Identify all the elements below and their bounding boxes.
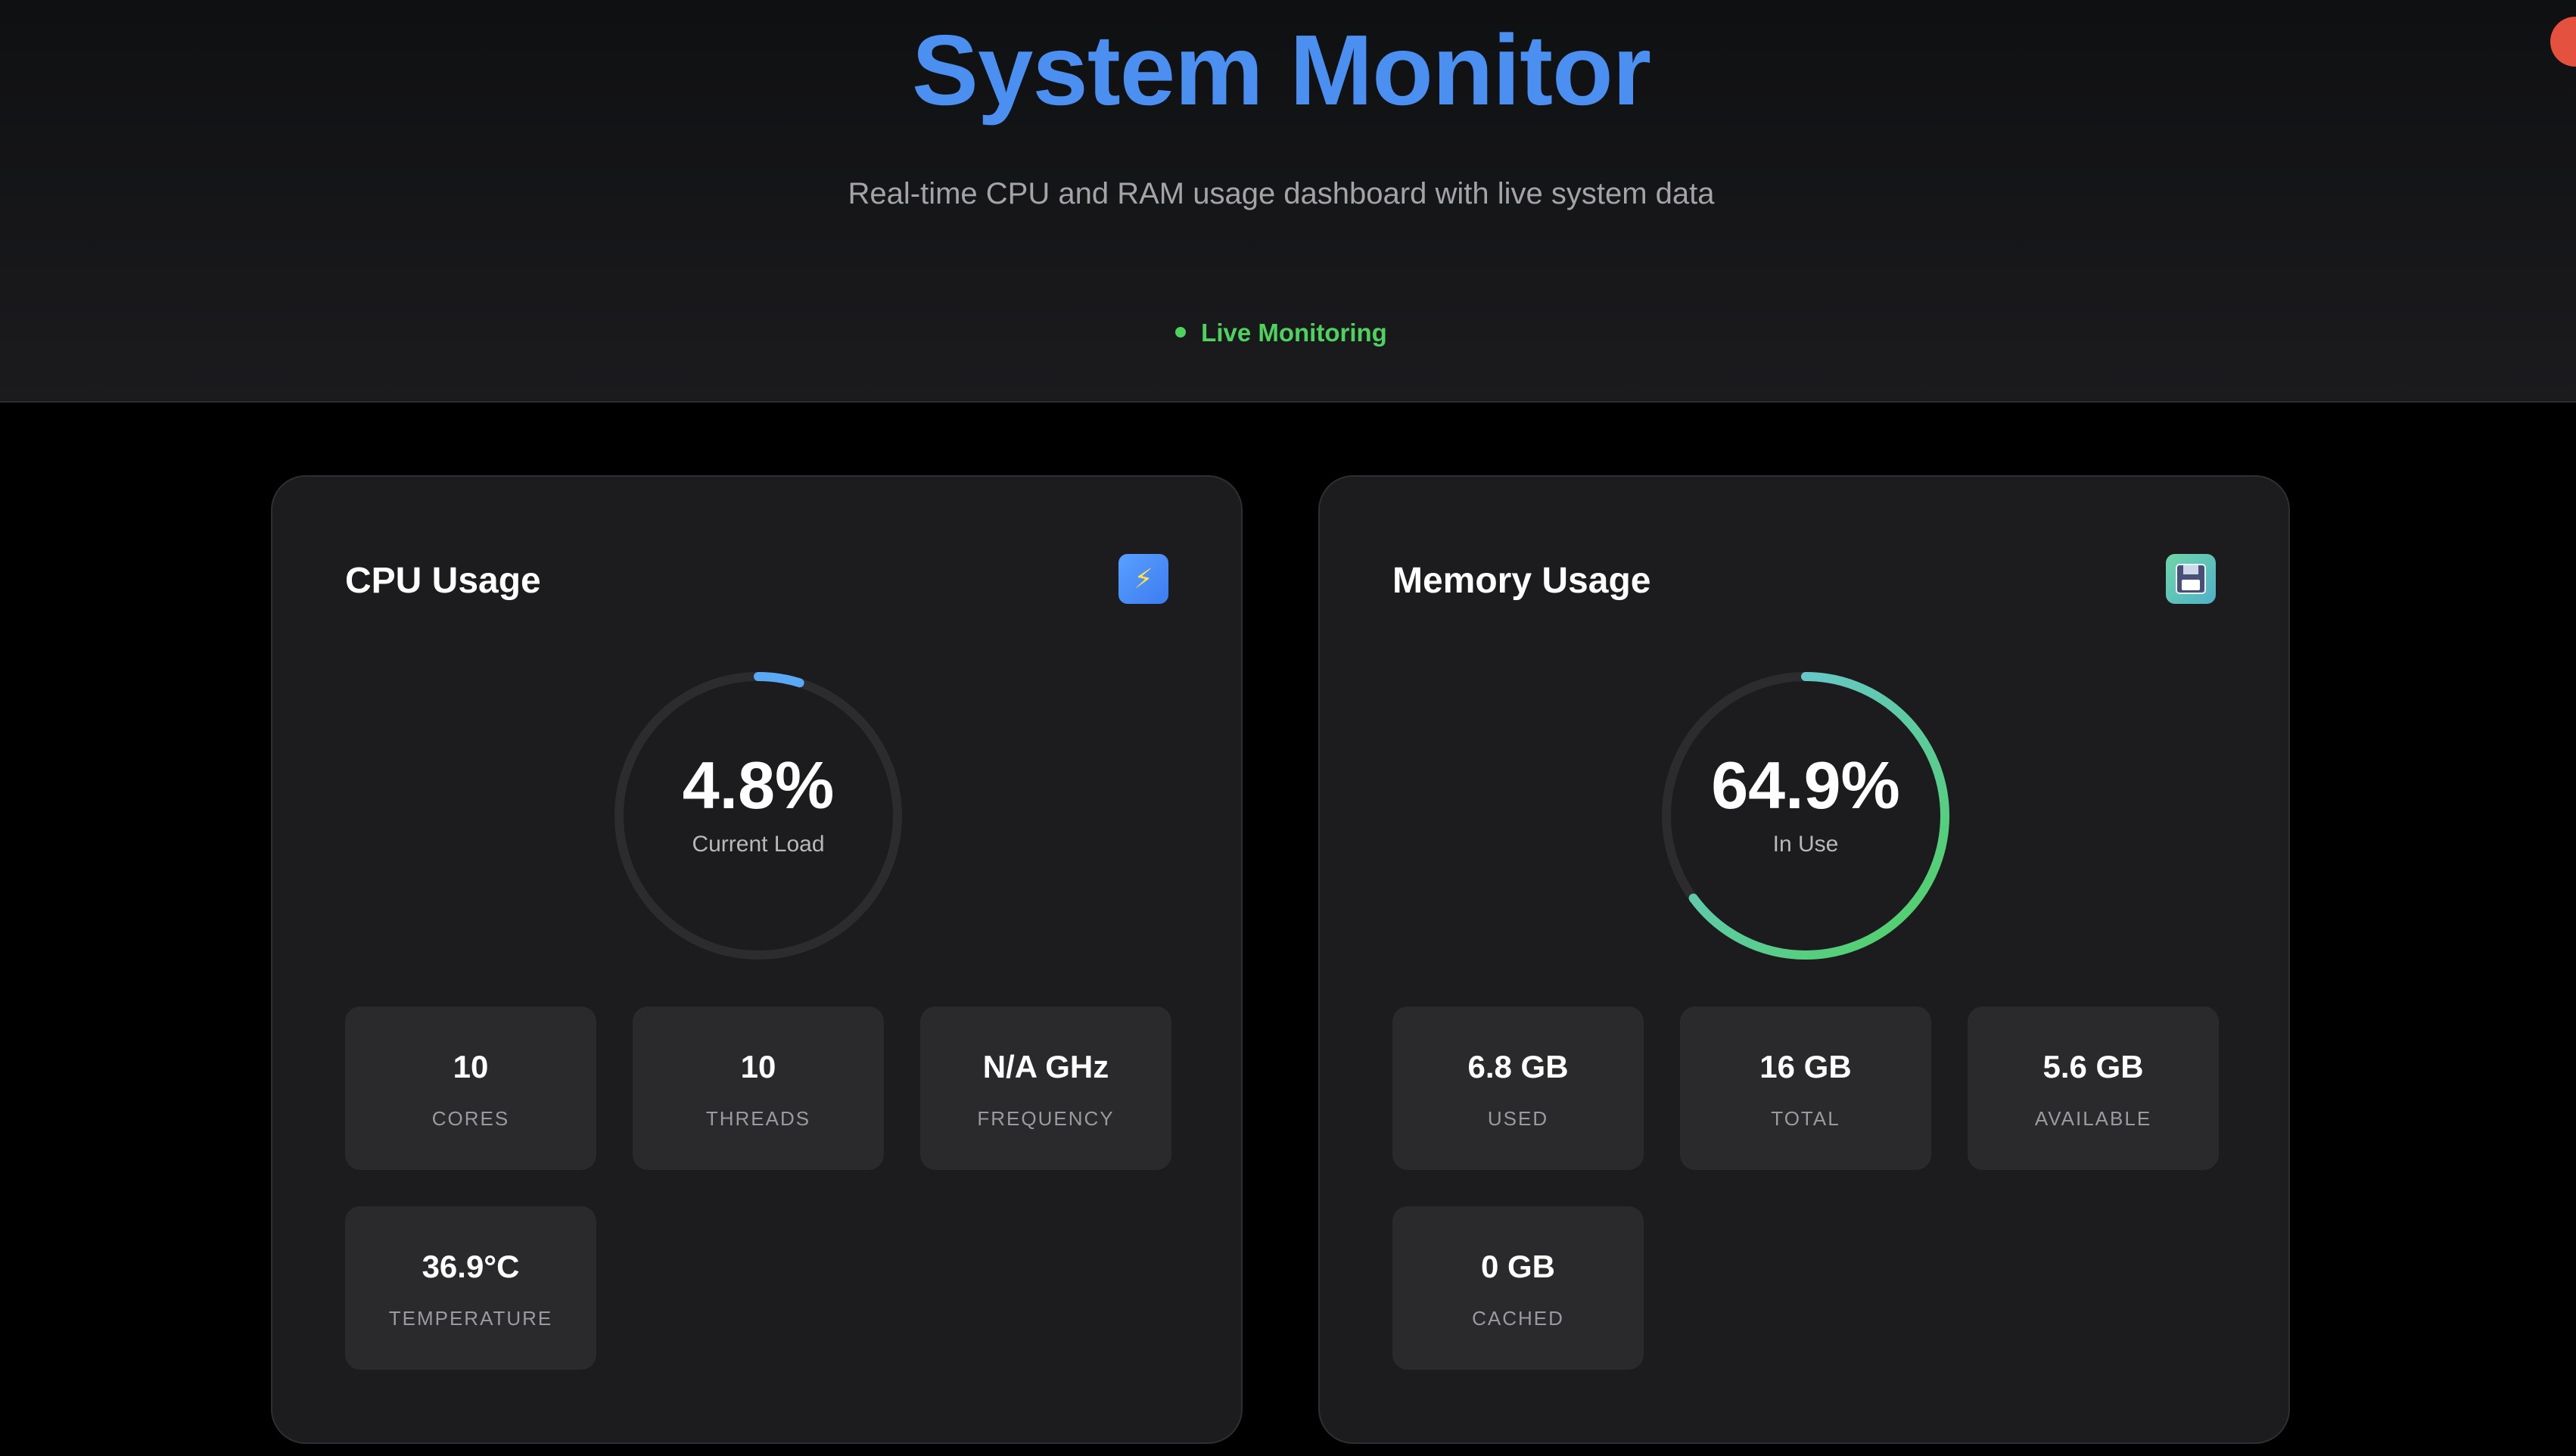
live-status-indicator: Live Monitoring: [0, 315, 2562, 351]
memory-stat-cached: 0 GB CACHED: [1392, 1206, 1644, 1370]
status-dot-icon: [1175, 327, 1187, 338]
memory-stat-used: 6.8 GB USED: [1392, 1006, 1644, 1170]
stat-label: FREQUENCY: [977, 1107, 1115, 1130]
stat-label: THREADS: [705, 1107, 811, 1130]
live-status-label: Live Monitoring: [1201, 319, 1387, 347]
memory-usage-label: In Use: [1772, 832, 1839, 857]
cpu-stat-cores: 10 CORES: [345, 1006, 596, 1170]
cpu-card-title: CPU Usage: [345, 561, 541, 601]
stat-label: AVAILABLE: [2034, 1107, 2152, 1130]
memory-stat-total: 16 GB TOTAL: [1680, 1006, 1931, 1170]
stat-value: 0 GB: [1480, 1249, 1556, 1284]
stat-label: CACHED: [1472, 1307, 1564, 1330]
memory-usage-card: Memory Usage 64.9% In Use 6.8 GB USED 16…: [1318, 475, 2290, 1444]
page-header: System Monitor Real-time CPU and RAM usa…: [0, 0, 2576, 403]
stat-value: 10: [453, 1049, 489, 1084]
page-title: System Monitor: [911, 14, 1651, 126]
cpu-load-label: Current Load: [692, 832, 825, 857]
cpu-load-value: 4.8%: [682, 748, 835, 823]
memory-card-title: Memory Usage: [1392, 561, 1651, 601]
stat-value: 6.8 GB: [1467, 1049, 1569, 1084]
page-subtitle: Real-time CPU and RAM usage dashboard wi…: [848, 177, 1715, 210]
memory-usage-value: 64.9%: [1711, 748, 1900, 823]
stat-label: CORES: [431, 1107, 510, 1130]
cpu-usage-card: CPU Usage ⚡ 4.8% Current Load 10 CORES 1…: [271, 475, 1243, 1444]
cpu-gauge: 4.8% Current Load: [605, 663, 911, 969]
floppy-disk-icon: [2166, 554, 2216, 604]
stat-value: 5.6 GB: [2042, 1049, 2144, 1084]
cpu-stat-frequency: N/A GHz FREQUENCY: [920, 1006, 1171, 1170]
cpu-stat-temperature: 36.9°C TEMPERATURE: [345, 1206, 596, 1370]
stat-label: USED: [1487, 1107, 1549, 1130]
stat-value: 16 GB: [1759, 1049, 1852, 1084]
stat-label: TOTAL: [1771, 1107, 1840, 1130]
stat-value: N/A GHz: [982, 1049, 1109, 1084]
memory-stat-available: 5.6 GB AVAILABLE: [1968, 1006, 2219, 1170]
stat-value: 10: [740, 1049, 776, 1084]
lightning-icon: ⚡: [1118, 554, 1168, 604]
stat-label: TEMPERATURE: [388, 1307, 553, 1330]
cpu-stat-threads: 10 THREADS: [633, 1006, 884, 1170]
memory-gauge: 64.9% In Use: [1653, 663, 1958, 969]
stat-value: 36.9°C: [422, 1249, 520, 1284]
